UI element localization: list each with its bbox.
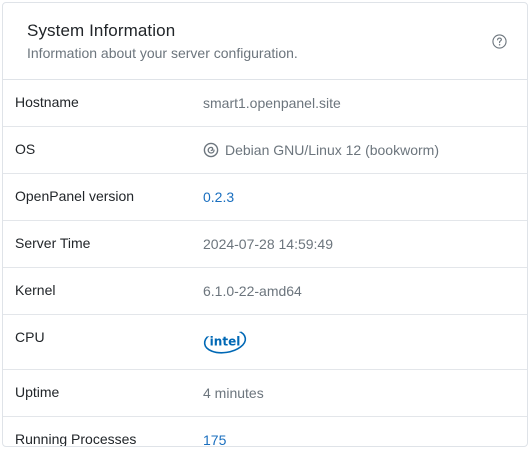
- table-row-os: OS Debian GNU/Linux 12 (bookworm): [3, 127, 527, 174]
- debian-swirl-icon: [203, 142, 219, 158]
- system-information-card: System Information Information about you…: [2, 2, 528, 447]
- intel-logo-text: intel: [210, 335, 241, 349]
- help-circle-icon[interactable]: [492, 34, 507, 49]
- card-header: System Information Information about you…: [3, 3, 527, 80]
- table-row-cpu: CPU intel: [3, 315, 527, 370]
- row-label: Server Time: [15, 235, 91, 251]
- card-title: System Information: [27, 21, 176, 40]
- system-info-table: Hostname smart1.openpanel.site OS Debian…: [3, 80, 527, 447]
- row-label: CPU: [15, 329, 45, 345]
- table-row-hostname: Hostname smart1.openpanel.site: [3, 80, 527, 127]
- table-row-openpanel-version: OpenPanel version 0.2.3: [3, 174, 527, 221]
- table-row-server-time: Server Time 2024-07-28 14:59:49: [3, 221, 527, 268]
- intel-logo: intel: [203, 327, 247, 354]
- server-time-value: 2024-07-28 14:59:49: [203, 236, 333, 252]
- row-label: OS: [15, 141, 36, 157]
- row-label: Hostname: [15, 94, 79, 110]
- table-row-running-processes: Running Processes 175: [3, 417, 527, 447]
- os-value: Debian GNU/Linux 12 (bookworm): [225, 142, 439, 158]
- hostname-value: smart1.openpanel.site: [203, 95, 341, 111]
- running-processes-link[interactable]: 175: [203, 432, 226, 446]
- row-label: Uptime: [15, 384, 60, 400]
- card-subtitle: Information about your server configurat…: [27, 45, 298, 61]
- uptime-value: 4 minutes: [203, 385, 264, 401]
- openpanel-version-link[interactable]: 0.2.3: [203, 189, 234, 205]
- row-label: Kernel: [15, 282, 56, 298]
- row-label: OpenPanel version: [15, 188, 135, 204]
- table-row-kernel: Kernel 6.1.0-22-amd64: [3, 268, 527, 315]
- row-label: Running Processes: [15, 431, 137, 447]
- kernel-value: 6.1.0-22-amd64: [203, 283, 302, 299]
- table-row-uptime: Uptime 4 minutes: [3, 370, 527, 417]
